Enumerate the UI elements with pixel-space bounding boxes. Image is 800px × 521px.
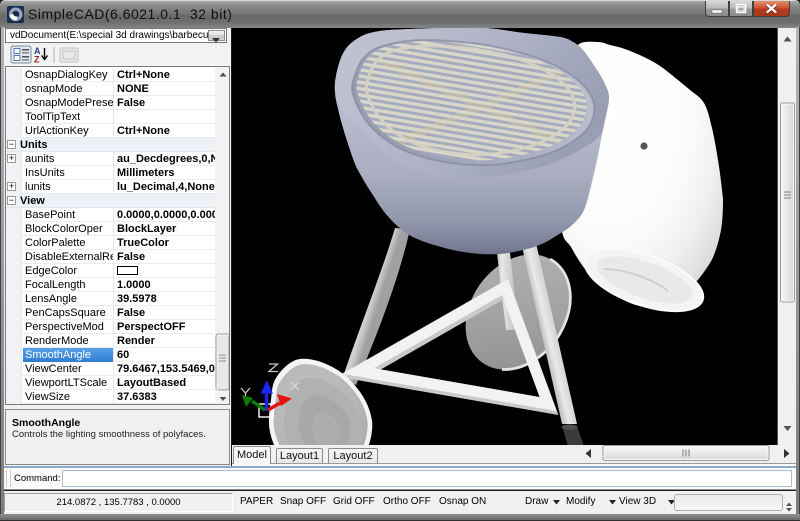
svg-text:Z: Z	[34, 55, 40, 65]
